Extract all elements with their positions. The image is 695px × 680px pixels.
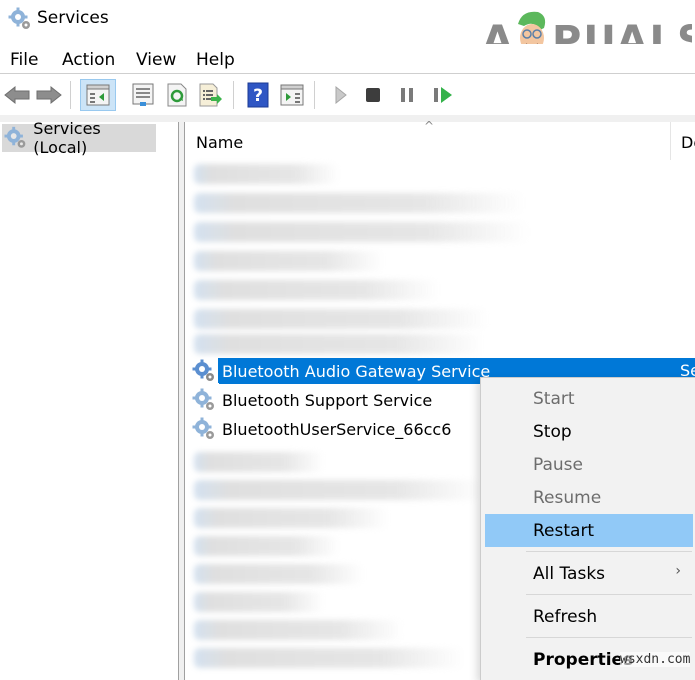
action-pane-icon [280,84,304,106]
menu-item-label: Stop [533,421,572,442]
toolbar: ? [0,75,695,115]
back-arrow-icon [4,85,30,105]
blurred-service-row [194,564,364,584]
menu-separator [526,551,692,552]
tree-item-label: Services (Local) [33,119,101,157]
forward-button[interactable] [34,80,64,110]
menu-bar: File Action View Help [0,44,695,74]
services-gear-icon [4,126,26,148]
blurred-service-row [194,648,464,668]
blurred-service-row [194,480,484,500]
restart-service-icon [434,87,452,103]
blurred-service-row [194,164,339,184]
properties-button[interactable] [128,80,158,110]
show-action-pane-button[interactable] [277,80,307,110]
blurred-service-row [194,452,324,472]
start-service-button[interactable] [326,80,356,110]
back-button[interactable] [2,80,32,110]
menu-help[interactable]: Help [196,50,235,70]
toolbar-separator [233,81,234,109]
show-hide-console-tree-button[interactable] [80,79,116,111]
menu-item-label: Resume [533,487,602,508]
blurred-service-row [194,222,529,242]
toolbar-separator [314,81,315,109]
refresh-icon [167,83,187,107]
properties-sheet-icon [132,83,154,106]
export-list-icon [199,83,222,107]
menu-action[interactable]: Action [62,50,115,70]
tree-item-services-local[interactable]: Services (Local) [2,119,156,157]
menu-separator [526,637,692,638]
toolbar-separator [70,81,71,109]
service-name: Bluetooth Audio Gateway Service [219,358,494,384]
restart-service-button[interactable] [428,80,458,110]
stop-service-icon [366,88,380,102]
blurred-service-row [194,536,339,556]
pause-service-button[interactable] [392,80,422,110]
column-header-name[interactable]: Name [196,133,243,152]
service-gear-icon [192,417,214,439]
console-tree-icon [86,84,110,106]
menu-item-label: Refresh [533,606,598,627]
help-icon: ? [247,82,269,108]
pane-splitter[interactable] [179,122,185,680]
window-title: Services [37,8,109,28]
context-menu: Start Stop Pause Resume Restart All Task… [480,377,695,680]
refresh-button[interactable] [162,80,192,110]
start-service-icon [335,86,347,104]
service-gear-icon [192,359,214,381]
blurred-service-row [194,620,404,640]
blurred-service-row [194,592,324,612]
context-menu-start[interactable]: Start [485,382,693,415]
blurred-service-row [194,508,389,528]
blurred-service-row [194,334,484,354]
submenu-chevron-icon: › [675,563,681,579]
menu-item-label: Pause [533,454,583,475]
column-divider[interactable] [670,122,671,160]
context-menu-all-tasks[interactable]: All Tasks › [485,557,693,590]
context-menu-restart[interactable]: Restart [485,514,693,547]
menu-item-label: Start [533,388,575,409]
context-menu-resume[interactable]: Resume [485,481,693,514]
blurred-service-row [194,251,384,271]
menu-separator [526,594,692,595]
stop-service-button[interactable] [358,80,388,110]
console-tree-pane: Services (Local) [0,119,179,680]
column-header-description[interactable]: De [681,133,695,152]
column-header-row: ^ Name De [186,119,695,160]
blurred-service-row [194,280,439,300]
context-menu-refresh[interactable]: Refresh [485,600,693,633]
sort-ascending-icon: ^ [424,119,435,133]
blurred-service-row [194,193,524,213]
context-menu-stop[interactable]: Stop [485,415,693,448]
menu-file[interactable]: File [10,50,38,70]
watermark: wsxdn.com [620,652,691,667]
service-name: Bluetooth Support Service [222,390,433,410]
service-name: BluetoothUserService_66cc6 [222,419,452,439]
pause-service-icon [401,88,413,102]
menu-item-label: All Tasks [533,563,606,584]
menu-item-label: Restart [533,520,595,541]
menu-item-label: Properties [533,649,634,670]
services-gear-icon [8,7,30,29]
forward-arrow-icon [36,85,62,105]
blurred-service-row [194,309,489,329]
help-button[interactable]: ? [243,80,273,110]
export-list-button[interactable] [196,80,226,110]
service-gear-icon [192,388,214,410]
svg-text:?: ? [253,86,263,106]
menu-view[interactable]: View [136,50,176,70]
context-menu-pause[interactable]: Pause [485,448,693,481]
